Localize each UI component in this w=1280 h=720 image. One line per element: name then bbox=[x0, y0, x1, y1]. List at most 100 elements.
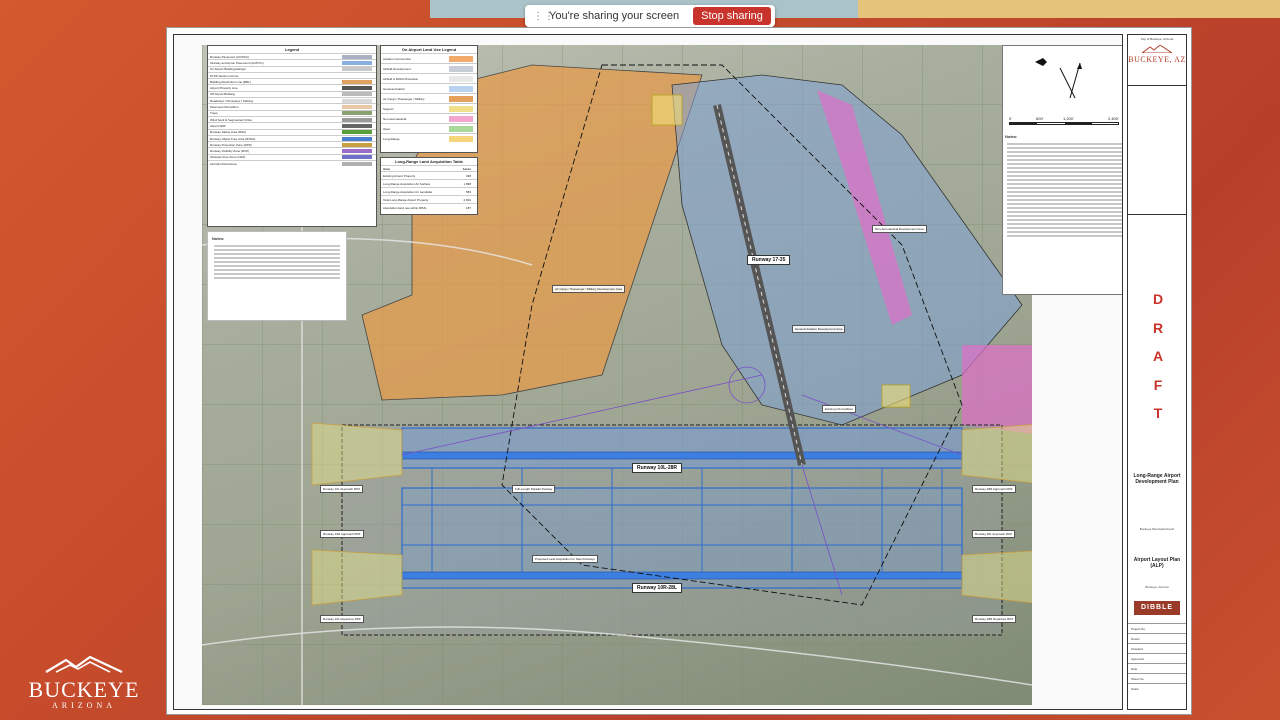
notes-heading: Notes: bbox=[212, 236, 225, 241]
title-block-row: Project No. bbox=[1128, 623, 1186, 633]
legend-row-label: Airport Property Line bbox=[210, 86, 238, 91]
title-block-row: Sheet No. bbox=[1128, 673, 1186, 683]
land-table-title: Long-Range Land Acquisition Table bbox=[395, 159, 463, 164]
title-block-row: Approved bbox=[1128, 653, 1186, 663]
brand-subtitle: ARIZONA bbox=[52, 701, 116, 710]
draft-letter: R bbox=[1152, 319, 1164, 336]
title-block-row: Drawn bbox=[1128, 633, 1186, 643]
legend-row-label: Runway Visibility Zone (RVZ) bbox=[210, 149, 249, 154]
land-acquisition-table: Long-Range Land Acquisition Table Area Ac… bbox=[380, 157, 478, 215]
land-use-label: Air Cargo / Passenger / Military bbox=[383, 96, 425, 101]
title-block-row-label: Scale bbox=[1131, 687, 1139, 691]
legend-swatch bbox=[342, 98, 372, 103]
non-aero-pink-zone-2 bbox=[962, 345, 1032, 434]
runway-south-label: Runway 10R-28L bbox=[632, 583, 683, 593]
land-use-label: Airfield Development bbox=[383, 66, 411, 71]
airport-name: Buckeye Municipal Airport bbox=[1139, 527, 1175, 531]
land-table-header-cell: Area bbox=[383, 166, 390, 171]
scale-tick-2: 1,200' bbox=[1063, 116, 1074, 121]
land-use-row: Air Cargo / Passenger / Military bbox=[381, 93, 477, 103]
legend-swatch bbox=[342, 79, 372, 84]
land-use-swatch bbox=[449, 115, 473, 122]
land-use-swatch bbox=[449, 125, 473, 132]
airport-layout-plan-sheet: Air Cargo / Passenger / Military Develop… bbox=[166, 27, 1192, 715]
land-use-row: Long-Range bbox=[381, 133, 477, 143]
legend-swatch bbox=[342, 60, 372, 65]
legend-swatch bbox=[342, 86, 372, 91]
land-use-swatch bbox=[449, 85, 473, 92]
mountain-logo-icon bbox=[45, 655, 123, 673]
land-use-label: General Aviation bbox=[383, 86, 405, 91]
rpz-west-south bbox=[311, 549, 403, 606]
legend-row-label: Obstacle Free Zone (OFZ) bbox=[210, 155, 246, 160]
legend-panel: Legend Runway Pavement (AC/PCC) Taxiway a… bbox=[207, 45, 377, 227]
scale-tick-1: 600' bbox=[1036, 116, 1044, 121]
title-block-row: Checked bbox=[1128, 643, 1186, 653]
scale-bar bbox=[1009, 122, 1119, 125]
map-frame: Air Cargo / Passenger / Military Develop… bbox=[173, 34, 1123, 710]
rpz-label-3: Runway 28R Approach RPZ bbox=[972, 485, 1016, 493]
legend-row-label: Trees bbox=[210, 111, 218, 116]
land-use-swatch bbox=[449, 105, 473, 112]
full-taxiway-label: Full-Length Parallel Taxiway bbox=[512, 485, 556, 493]
plan-title: Long-Range Airport Development Plan bbox=[1133, 473, 1181, 485]
firm-logo: DIBBLE bbox=[1134, 601, 1180, 615]
legend-row-label: Runway Object Free Area (ROFA) bbox=[210, 136, 256, 141]
legend-swatch bbox=[342, 73, 372, 78]
land-use-label: Aviation Commercial bbox=[383, 56, 411, 61]
land-table-cell: 1,898 bbox=[463, 181, 471, 186]
runway-north-apron bbox=[401, 427, 963, 469]
land-use-row: Non-Aeronautical bbox=[381, 113, 477, 123]
runway-north-label: Runway 10L-28R bbox=[632, 463, 683, 473]
title-block-row-label: Sheet No. bbox=[1131, 677, 1145, 681]
east-development-label: General Aviation Development Area bbox=[792, 325, 846, 333]
stop-sharing-button[interactable]: Stop sharing bbox=[693, 7, 771, 25]
land-table-row: Total Long-Range Airport Property 2,819 bbox=[381, 195, 477, 203]
land-table-row: Long-Range Acquisition for Landside 583 bbox=[381, 187, 477, 195]
legend-swatch bbox=[342, 130, 372, 135]
legend-row-label: Roadways / Driveways / Parking bbox=[210, 98, 254, 103]
sheet-title: Airport Layout Plan (ALP) bbox=[1133, 557, 1181, 569]
title-block-row-label: Project No. bbox=[1131, 627, 1146, 631]
title-block-row-label: Approved bbox=[1131, 657, 1144, 661]
share-indicator-strip-right bbox=[858, 0, 1280, 18]
land-table-cell: 2,819 bbox=[463, 197, 471, 202]
land-use-swatch bbox=[449, 75, 473, 82]
legend-swatch bbox=[342, 111, 372, 116]
land-use-row: Open bbox=[381, 123, 477, 133]
draft-letter: F bbox=[1153, 376, 1163, 393]
land-use-row: Aviation Commercial bbox=[381, 53, 477, 63]
land-use-swatch bbox=[449, 95, 473, 102]
land-table-row: Existing Airport Property 338 bbox=[381, 171, 477, 179]
legend-swatch bbox=[342, 149, 372, 154]
legend-title: Legend bbox=[284, 47, 300, 52]
land-use-swatch bbox=[449, 55, 473, 62]
legend-swatch bbox=[342, 105, 372, 110]
north-arrow-icon bbox=[1035, 58, 1082, 99]
land-table-cell: 187 bbox=[465, 205, 471, 210]
screen-share-bar: ⋮⋮ You're sharing your screen Stop shari… bbox=[525, 5, 775, 27]
draft-letter: D bbox=[1152, 291, 1164, 307]
title-block: City of Buckeye, Arizona BUCKEYE, AZ D R… bbox=[1127, 34, 1187, 710]
land-table-cell: Acquisition land use within RPZs bbox=[383, 205, 427, 210]
legend-row-label: PLSS Section Corner bbox=[210, 73, 239, 78]
legend-swatch bbox=[342, 155, 372, 160]
title-block-row-label: Checked bbox=[1131, 647, 1143, 651]
land-use-swatch bbox=[449, 65, 473, 72]
land-table-header-cell: Acres bbox=[462, 166, 471, 171]
revision-table bbox=[1128, 85, 1186, 215]
legend-row-label: Runway Safety Area (RSA) bbox=[210, 130, 247, 135]
land-use-legend: On Airport Land Use Legend Aviation Comm… bbox=[380, 45, 478, 153]
land-use-label: Airfield & ROFA Protection bbox=[383, 76, 419, 81]
title-block-row: Date bbox=[1128, 663, 1186, 673]
land-use-row: Airfield Development bbox=[381, 63, 477, 73]
drag-handle-icon[interactable]: ⋮⋮ bbox=[533, 11, 554, 22]
legend-swatch bbox=[342, 92, 372, 97]
draft-stamp: D R A F T bbox=[1150, 291, 1166, 421]
legend-swatch bbox=[342, 123, 372, 128]
legend-row-label: Airport ARP bbox=[210, 123, 226, 128]
land-table-row: Acquisition land use within RPZs 187 bbox=[381, 203, 477, 211]
land-use-label: Support bbox=[383, 106, 394, 111]
yellow-area-1 bbox=[651, 94, 683, 126]
west-development-label: Air Cargo / Passenger / Military Develop… bbox=[552, 285, 626, 293]
